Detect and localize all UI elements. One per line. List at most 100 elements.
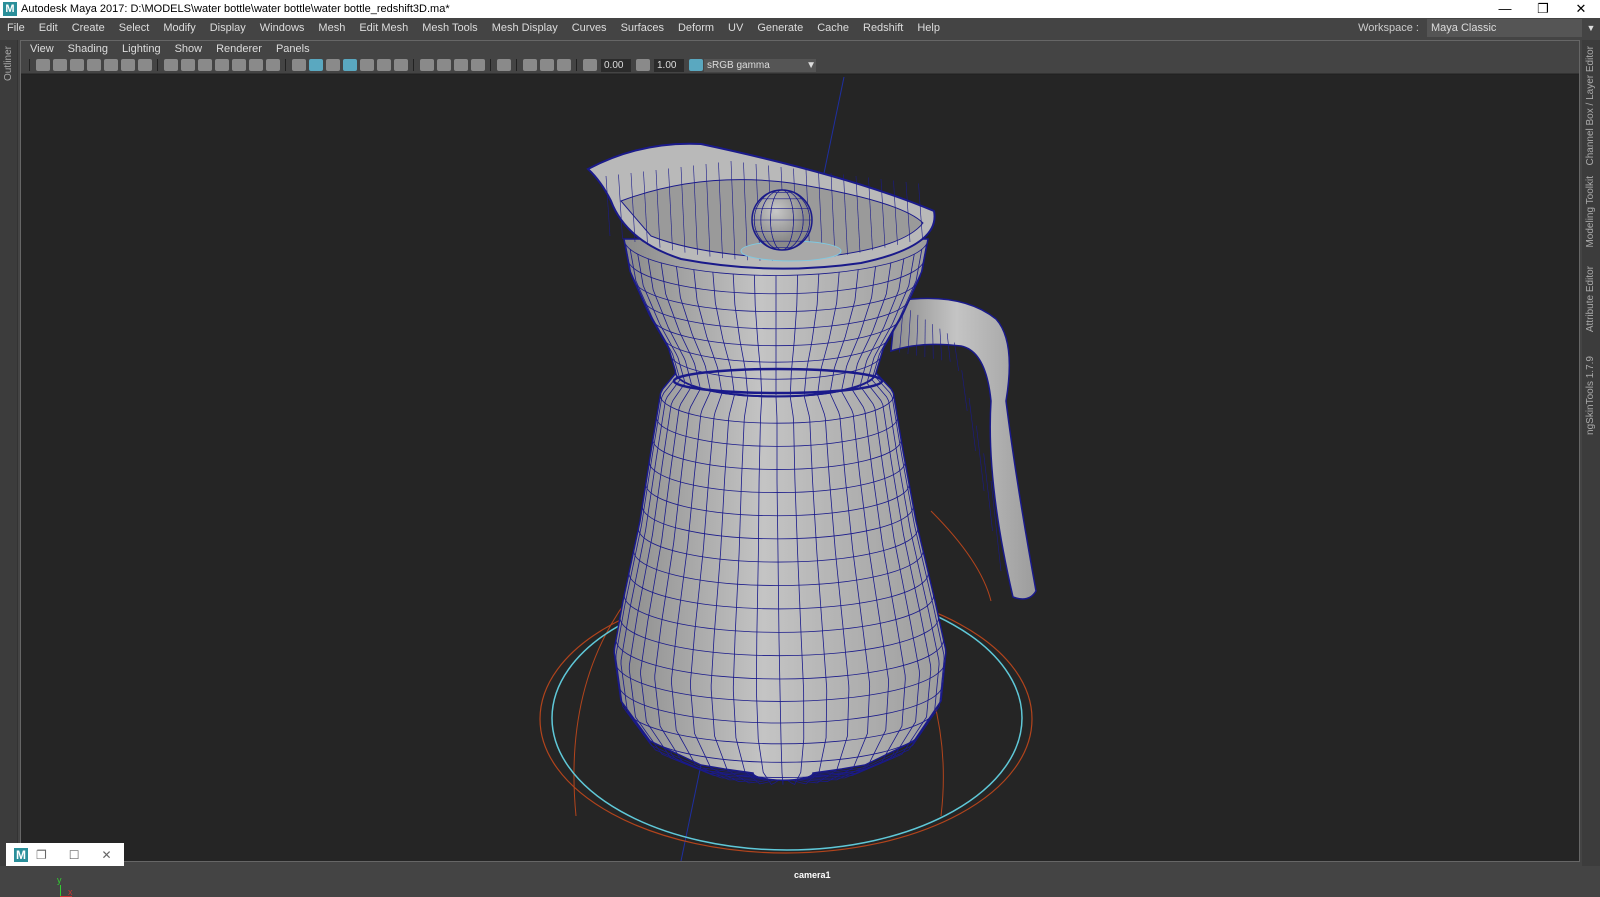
menu-select[interactable]: Select bbox=[112, 22, 157, 34]
exposure-field[interactable]: 0.00 bbox=[601, 59, 631, 72]
grid-icon[interactable] bbox=[164, 59, 178, 71]
toolbar-separator bbox=[285, 59, 286, 71]
shade-selected-icon[interactable] bbox=[326, 59, 340, 71]
panel-menu-renderer[interactable]: Renderer bbox=[209, 43, 269, 55]
safe-title-icon[interactable] bbox=[266, 59, 280, 71]
toolbar-separator bbox=[413, 59, 414, 71]
ambient-occlusion-icon[interactable] bbox=[437, 59, 451, 71]
maximize-button[interactable]: ☐ bbox=[69, 848, 80, 862]
panel-menu-panels[interactable]: Panels bbox=[269, 43, 317, 55]
menu-modify[interactable]: Modify bbox=[156, 22, 202, 34]
gate-mask-icon[interactable] bbox=[215, 59, 229, 71]
use-lights-icon[interactable] bbox=[394, 59, 408, 71]
workspace-selector: Workspace : Maya Classic ▼ bbox=[1358, 18, 1600, 38]
tab-attribute-editor[interactable]: Attribute Editor bbox=[1585, 266, 1596, 332]
smooth-shade-icon[interactable] bbox=[309, 59, 323, 71]
panel-menu-bar: ViewShadingLightingShowRendererPanels bbox=[21, 41, 1579, 57]
menu-edit[interactable]: Edit bbox=[32, 22, 65, 34]
window-title: Autodesk Maya 2017: D:\MODELS\water bott… bbox=[21, 3, 450, 15]
maya-logo-icon: M bbox=[3, 2, 17, 16]
antialias-icon[interactable] bbox=[471, 59, 485, 71]
chevron-down-icon: ▼ bbox=[806, 59, 816, 72]
camera-attr-icon[interactable] bbox=[53, 59, 67, 71]
resolution-gate-icon[interactable] bbox=[198, 59, 212, 71]
film-gate-icon[interactable] bbox=[181, 59, 195, 71]
panel-menu-shading[interactable]: Shading bbox=[61, 43, 115, 55]
menu-deform[interactable]: Deform bbox=[671, 22, 721, 34]
color-space-dropdown[interactable]: sRGB gamma ▼ bbox=[704, 59, 816, 72]
hud-1-icon[interactable] bbox=[523, 59, 537, 71]
menu-mesh-tools[interactable]: Mesh Tools bbox=[415, 22, 484, 34]
toolbar-separator bbox=[157, 59, 158, 71]
close-button[interactable]: ✕ bbox=[1562, 0, 1600, 18]
field-chart-icon[interactable] bbox=[232, 59, 246, 71]
color-management-toggle-icon[interactable] bbox=[689, 59, 703, 71]
menu-edit-mesh[interactable]: Edit Mesh bbox=[352, 22, 415, 34]
panel-menu-show[interactable]: Show bbox=[168, 43, 210, 55]
exposure-icon[interactable] bbox=[583, 59, 597, 71]
wireframe-icon[interactable] bbox=[292, 59, 306, 71]
menu-cache[interactable]: Cache bbox=[810, 22, 856, 34]
title-bar: M Autodesk Maya 2017: D:\MODELS\water bo… bbox=[0, 0, 1600, 18]
close-button[interactable]: ✕ bbox=[102, 848, 112, 862]
gamma-field[interactable]: 1.00 bbox=[654, 59, 684, 72]
toolbar-separator bbox=[576, 59, 577, 71]
right-tab-strip: Channel Box / Layer Editor Modeling Tool… bbox=[1582, 40, 1600, 866]
menu-windows[interactable]: Windows bbox=[253, 22, 312, 34]
maya-logo-icon: M bbox=[14, 848, 28, 862]
menu-uv[interactable]: UV bbox=[721, 22, 750, 34]
tab-channel-box[interactable]: Channel Box / Layer Editor bbox=[1585, 46, 1596, 166]
panel-toolbar: 0.00 1.00 sRGB gamma ▼ bbox=[21, 57, 1579, 74]
xray-icon[interactable] bbox=[360, 59, 374, 71]
camera-label: camera1 bbox=[794, 870, 831, 880]
shadows-icon[interactable] bbox=[420, 59, 434, 71]
bookmark-icon[interactable] bbox=[70, 59, 84, 71]
handle-edge bbox=[954, 343, 958, 371]
menu-generate[interactable]: Generate bbox=[750, 22, 810, 34]
minimize-button[interactable]: — bbox=[1486, 0, 1524, 18]
safe-action-icon[interactable] bbox=[249, 59, 263, 71]
grease-pencil-icon[interactable] bbox=[121, 59, 135, 71]
viewport-panel: ViewShadingLightingShowRendererPanels 0.… bbox=[20, 40, 1580, 862]
workspace-label: Workspace : bbox=[1358, 22, 1419, 34]
tab-modeling-toolkit[interactable]: Modeling Toolkit bbox=[1585, 176, 1596, 248]
annotate-icon[interactable] bbox=[138, 59, 152, 71]
minimized-window[interactable]: M ❐ ☐ ✕ bbox=[6, 843, 124, 866]
image-plane-icon[interactable] bbox=[87, 59, 101, 71]
pitcher-mesh[interactable] bbox=[588, 144, 1036, 785]
menu-curves[interactable]: Curves bbox=[565, 22, 614, 34]
curve-orange-arc bbox=[931, 511, 991, 601]
menu-help[interactable]: Help bbox=[910, 22, 947, 34]
hud-2-icon[interactable] bbox=[540, 59, 554, 71]
menu-file[interactable]: File bbox=[0, 22, 32, 34]
menu-redshift[interactable]: Redshift bbox=[856, 22, 910, 34]
menu-display[interactable]: Display bbox=[203, 22, 253, 34]
hud-3-icon[interactable] bbox=[557, 59, 571, 71]
menu-mesh[interactable]: Mesh bbox=[311, 22, 352, 34]
menu-surfaces[interactable]: Surfaces bbox=[614, 22, 671, 34]
handle-edge bbox=[969, 398, 976, 451]
scene-view bbox=[21, 75, 1579, 861]
wireframe-on-shaded-icon[interactable] bbox=[343, 59, 357, 71]
toolbar-separator bbox=[516, 59, 517, 71]
panel-menu-view[interactable]: View bbox=[23, 43, 61, 55]
toolbar-separator bbox=[29, 59, 30, 71]
menu-create[interactable]: Create bbox=[65, 22, 112, 34]
xray-joints-icon[interactable] bbox=[377, 59, 391, 71]
isolate-select-icon[interactable] bbox=[497, 59, 511, 71]
axis-x-label: x bbox=[68, 887, 73, 897]
menu-mesh-display[interactable]: Mesh Display bbox=[485, 22, 565, 34]
chevron-down-icon[interactable]: ▼ bbox=[1582, 23, 1600, 33]
restore-button[interactable]: ❐ bbox=[36, 848, 47, 862]
3d-viewport[interactable]: y x camera1 bbox=[21, 75, 1579, 861]
color-space-value: sRGB gamma bbox=[707, 59, 770, 72]
restore-button[interactable]: ❐ bbox=[1524, 0, 1562, 18]
2d-pan-icon[interactable] bbox=[104, 59, 118, 71]
camera-icon[interactable] bbox=[36, 59, 50, 71]
workspace-dropdown[interactable]: Maya Classic bbox=[1427, 19, 1582, 37]
gamma-icon[interactable] bbox=[636, 59, 650, 71]
motion-blur-icon[interactable] bbox=[454, 59, 468, 71]
tab-ngskintools[interactable]: ngSkinTools 1.7.9 bbox=[1585, 356, 1596, 435]
tab-outliner[interactable]: Outliner bbox=[3, 46, 14, 81]
panel-menu-lighting[interactable]: Lighting bbox=[115, 43, 168, 55]
